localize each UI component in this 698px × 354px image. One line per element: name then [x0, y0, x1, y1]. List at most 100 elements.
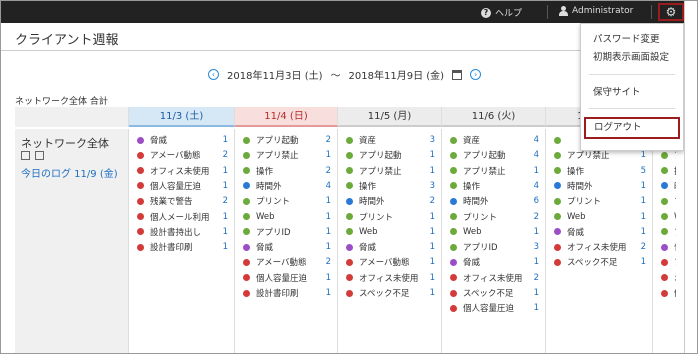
- event-count[interactable]: 1: [218, 166, 228, 176]
- event-row[interactable]: アプリ起動 2: [243, 133, 331, 147]
- event-row[interactable]: 脅: [661, 240, 686, 254]
- event-count[interactable]: 1: [425, 288, 435, 298]
- event-count[interactable]: 1: [529, 257, 539, 267]
- event-count[interactable]: 2: [321, 166, 331, 176]
- event-count[interactable]: 1: [218, 212, 228, 222]
- event-count[interactable]: 1: [425, 257, 435, 267]
- event-row[interactable]: 操作 5: [554, 164, 646, 178]
- event-count[interactable]: 1: [636, 257, 646, 267]
- event-count[interactable]: 1: [425, 166, 435, 176]
- event-count[interactable]: 1: [529, 227, 539, 237]
- event-row[interactable]: アプリ禁止 1: [450, 164, 539, 178]
- event-row[interactable]: 脅威 1: [346, 240, 435, 254]
- event-row[interactable]: 個人容量圧迫 1: [450, 301, 539, 315]
- event-row[interactable]: 操: [661, 164, 686, 178]
- event-row[interactable]: 操作 4: [450, 179, 539, 193]
- event-row[interactable]: 設計書印刷 1: [137, 240, 228, 254]
- event-count[interactable]: 2: [425, 196, 435, 206]
- event-count[interactable]: 1: [425, 227, 435, 237]
- event-row[interactable]: ア: [661, 225, 686, 239]
- event-count[interactable]: 1: [636, 150, 646, 160]
- event-count[interactable]: 1: [529, 288, 539, 298]
- event-count[interactable]: 2: [321, 257, 331, 267]
- event-count[interactable]: 1: [425, 212, 435, 222]
- event-row[interactable]: アプリ禁止 1: [346, 164, 435, 178]
- event-count[interactable]: 1: [321, 273, 331, 283]
- event-row[interactable]: 操作 3: [346, 179, 435, 193]
- event-row[interactable]: 個人容量圧迫 1: [137, 179, 228, 193]
- menu-item-initial-screen-settings[interactable]: 初期表示画面設定: [581, 50, 683, 66]
- event-count[interactable]: 5: [636, 166, 646, 176]
- event-count[interactable]: 1: [218, 135, 228, 145]
- event-row[interactable]: アメーバ動態 2: [137, 148, 228, 162]
- help-link[interactable]: ? ヘルプ: [481, 6, 522, 19]
- event-row[interactable]: 時間外 4: [243, 179, 331, 193]
- event-row[interactable]: Web 1: [243, 210, 331, 224]
- event-count[interactable]: 1: [321, 196, 331, 206]
- event-count[interactable]: 1: [636, 227, 646, 237]
- event-count[interactable]: 3: [529, 242, 539, 252]
- event-count[interactable]: 1: [425, 150, 435, 160]
- event-count[interactable]: 1: [529, 166, 539, 176]
- event-row[interactable]: プリント 1: [554, 194, 646, 208]
- event-count[interactable]: 1: [636, 212, 646, 222]
- event-row[interactable]: オフィス未使用 1: [346, 271, 435, 285]
- event-row[interactable]: アメーバ動態 2: [243, 255, 331, 269]
- scrollbar-area[interactable]: [684, 1, 697, 353]
- event-count[interactable]: 3: [425, 181, 435, 191]
- event-row[interactable]: 操作 2: [243, 164, 331, 178]
- event-row[interactable]: アプリ起動 4: [450, 148, 539, 162]
- event-row[interactable]: アプリID 1: [243, 225, 331, 239]
- event-row[interactable]: Web 1: [554, 210, 646, 224]
- event-count[interactable]: 1: [218, 181, 228, 191]
- calendar-icon[interactable]: [452, 69, 463, 80]
- event-row[interactable]: 脅威 1: [450, 255, 539, 269]
- event-count[interactable]: 4: [529, 135, 539, 145]
- event-row[interactable]: 時: [661, 179, 686, 193]
- event-row[interactable]: アプリID 3: [450, 240, 539, 254]
- event-row[interactable]: 資産 3: [346, 133, 435, 147]
- event-count[interactable]: 1: [636, 196, 646, 206]
- event-count[interactable]: 4: [529, 150, 539, 160]
- event-row[interactable]: アプリ起動 1: [346, 148, 435, 162]
- event-count[interactable]: 2: [321, 135, 331, 145]
- event-count[interactable]: 1: [218, 242, 228, 252]
- event-count[interactable]: 2: [636, 242, 646, 252]
- event-count[interactable]: 1: [321, 242, 331, 252]
- user-menu[interactable]: Administrator: [559, 6, 633, 16]
- event-row[interactable]: スペック不足 1: [554, 255, 646, 269]
- event-count[interactable]: 6: [529, 196, 539, 206]
- event-row[interactable]: 残業で警告 2: [137, 194, 228, 208]
- event-row[interactable]: 時間外 1: [554, 179, 646, 193]
- event-row[interactable]: 設計書印刷 1: [243, 286, 331, 300]
- event-count[interactable]: 1: [321, 150, 331, 160]
- menu-item-maintenance-site[interactable]: 保守サイト: [581, 85, 683, 101]
- event-row[interactable]: Web 1: [450, 225, 539, 239]
- event-row[interactable]: スペック不足 1: [450, 286, 539, 300]
- event-row[interactable]: オ: [661, 271, 686, 285]
- event-row[interactable]: Web 1: [346, 225, 435, 239]
- event-count[interactable]: 4: [321, 181, 331, 191]
- event-count[interactable]: 1: [321, 227, 331, 237]
- event-row[interactable]: プ: [661, 194, 686, 208]
- event-count[interactable]: 1: [218, 227, 228, 237]
- event-row[interactable]: 設計書持出し 1: [137, 225, 228, 239]
- event-count[interactable]: 2: [218, 150, 228, 160]
- event-row[interactable]: プリント 1: [243, 194, 331, 208]
- event-row[interactable]: ア: [661, 255, 686, 269]
- event-row[interactable]: 個人メール利用 1: [137, 210, 228, 224]
- event-row[interactable]: スペック不足 1: [346, 286, 435, 300]
- event-count[interactable]: 2: [218, 196, 228, 206]
- event-row[interactable]: 脅威 1: [243, 240, 331, 254]
- event-row[interactable]: アメーバ動態 1: [346, 255, 435, 269]
- event-count[interactable]: 2: [529, 212, 539, 222]
- person-small-icon[interactable]: [35, 151, 44, 160]
- event-count[interactable]: 4: [529, 181, 539, 191]
- event-count[interactable]: 1: [321, 212, 331, 222]
- next-week-button[interactable]: ›: [470, 69, 482, 80]
- event-row[interactable]: 個: [661, 286, 686, 300]
- event-row[interactable]: オフィス未使用 1: [137, 164, 228, 178]
- event-count[interactable]: 1: [425, 242, 435, 252]
- event-count[interactable]: 3: [425, 135, 435, 145]
- event-row[interactable]: 資産 4: [450, 133, 539, 147]
